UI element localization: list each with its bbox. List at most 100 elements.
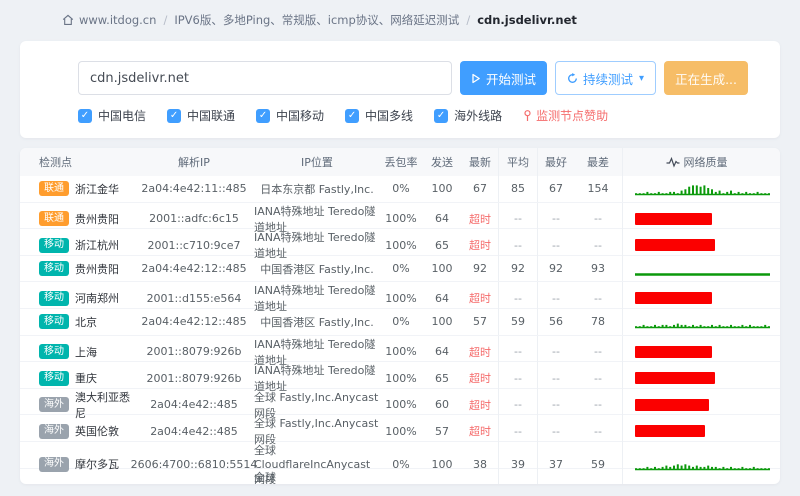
best-cell: 92: [549, 262, 563, 276]
table-header-row: 检测点 解析IP IP位置 丢包率 发送 最新 平均 最好 最差 网络质量: [20, 148, 780, 176]
loop-icon: [567, 72, 578, 84]
filter-label: 中国电信: [98, 109, 147, 123]
col-header-node: 检测点: [39, 156, 72, 169]
sent-cell: 100: [431, 262, 453, 276]
start-test-button[interactable]: 开始测试: [460, 61, 548, 95]
node-name: 贵州贵阳: [75, 262, 119, 276]
col-header-average: 平均: [498, 148, 538, 176]
carrier-badge: 移动: [39, 344, 69, 360]
table-row: 海外 摩尔多瓦 2606:4700::6810:5514 全球 Cloudfla…: [20, 440, 780, 484]
worst-cell: 154: [587, 182, 609, 196]
table-row: 移动 北京 2a04:4e42:12::485 中国香港区 Fastly,Inc…: [20, 307, 780, 335]
node-cell: 移动 北京: [30, 309, 134, 335]
worst-cell: 78: [591, 315, 605, 329]
continuous-test-label: 持续测试: [583, 71, 634, 87]
col-header-ip-location: IP位置: [301, 156, 333, 169]
table-row: 移动 河南郑州 2001::d155:e564 IANA特殊地址 Teredo隧…: [20, 281, 780, 315]
average-cell: 92: [498, 255, 538, 282]
carrier-badge: 联通: [39, 181, 69, 197]
table-row: 联通 浙江金华 2a04:4e42:11::485 日本东京都 Fastly,I…: [20, 176, 780, 202]
col-header-best: 最好: [545, 156, 567, 169]
average-cell: 85: [498, 176, 538, 202]
carrier-badge: 海外: [39, 423, 69, 439]
breadcrumb-separator: /: [466, 13, 471, 27]
resolved-ip-cell: 2a04:4e42:11::485: [141, 182, 247, 196]
carrier-badge: 移动: [39, 290, 69, 306]
play-icon: [471, 73, 481, 84]
node-name: 贵州贵阳: [75, 212, 119, 226]
best-cell: 56: [549, 315, 563, 329]
node-name: 浙江杭州: [75, 239, 119, 253]
sent-cell: 100: [431, 315, 453, 329]
filter-china-telecom[interactable]: ✓ 中国电信: [78, 107, 146, 124]
ip-location-cell: 中国香港区 Fastly,Inc.: [260, 315, 374, 329]
generating-label: 正在生成...: [675, 71, 737, 87]
col-header-network-quality: 网络质量: [622, 148, 770, 176]
filter-china-multiline[interactable]: ✓ 中国多线: [345, 107, 413, 124]
filter-label: 中国移动: [276, 109, 325, 123]
table-row: 联通 贵州贵阳 2001::adfc:6c15 IANA特殊地址 Teredo隧…: [20, 201, 780, 235]
carrier-badge: 移动: [39, 261, 69, 277]
network-quality-label: 网络质量: [683, 156, 728, 169]
timeout-bar: [635, 398, 710, 411]
checkbox-checked-icon: ✓: [256, 108, 271, 123]
latest-cell: 92: [473, 262, 487, 276]
continuous-test-button[interactable]: 持续测试 ▾: [555, 61, 657, 95]
table-row: 海外 英国伦敦 2a04:4e42::485 全球 Fastly,Inc.Any…: [20, 414, 780, 448]
results-table: 检测点 解析IP IP位置 丢包率 发送 最新 平均 最好 最差 网络质量 联通…: [20, 148, 780, 484]
latency-sparkline: [635, 185, 770, 196]
average-cell: 59: [498, 308, 538, 335]
resolved-ip-cell: 2a04:4e42:12::485: [141, 315, 247, 329]
col-header-sent: 发送: [431, 156, 453, 169]
activity-icon: [666, 156, 680, 168]
packet-loss-cell: 0%: [392, 262, 410, 276]
quality-cell: [622, 308, 770, 335]
table-row: 移动 上海 2001::8079:926b IANA特殊地址 Teredo隧道地…: [20, 334, 780, 368]
node-name: 英国伦敦: [75, 425, 119, 439]
worst-cell: 93: [591, 262, 605, 276]
latest-cell: 57: [473, 315, 487, 329]
node-name: 北京: [75, 315, 97, 329]
filter-china-unicom[interactable]: ✓ 中国联通: [167, 107, 235, 124]
checkbox-checked-icon: ✓: [434, 108, 449, 123]
start-test-label: 开始测试: [486, 71, 537, 87]
best-cell: 67: [549, 182, 563, 196]
packet-loss-cell: 0%: [392, 315, 410, 329]
quality-cell: [622, 255, 770, 282]
carrier-badge: 移动: [39, 237, 69, 253]
generating-button[interactable]: 正在生成...: [664, 61, 748, 95]
sent-cell: 100: [431, 182, 453, 196]
node-cell: 联通 浙江金华: [30, 176, 134, 202]
timeout-bar: [635, 372, 715, 385]
host-input[interactable]: [78, 61, 452, 95]
table-row: 移动 重庆 2001::8079:926b IANA特殊地址 Teredo隧道地…: [20, 361, 780, 395]
filter-label: 中国联通: [187, 109, 236, 123]
node-name: 重庆: [75, 372, 97, 386]
breadcrumb-section[interactable]: IPV6版、多地Ping、常规版、icmp协议、网络延迟测试: [174, 12, 459, 28]
breadcrumb-current: cdn.jsdelivr.net: [477, 13, 577, 27]
filter-china-mobile[interactable]: ✓ 中国移动: [256, 107, 324, 124]
home-icon: [62, 14, 74, 26]
timeout-bar: [635, 239, 715, 252]
packet-loss-cell: 0%: [392, 182, 410, 196]
col-header-resolved-ip: 解析IP: [178, 156, 210, 169]
filter-label: 海外线路: [454, 109, 503, 123]
best-cell: --: [538, 469, 574, 484]
resolved-ip-cell: 2606:4700::6810:5914: [134, 469, 254, 484]
filter-label: 中国多线: [365, 109, 414, 123]
pin-icon: [523, 109, 532, 122]
resolved-ip-cell: 2a04:4e42:12::485: [141, 262, 247, 276]
sponsor-link[interactable]: 监测节点赞助: [523, 107, 608, 124]
table-row: 海外 立陶宛 2606:4700::6810:5914 全球 Cloudflar…: [20, 467, 780, 484]
col-header-latest: 最新: [469, 156, 491, 169]
latest-cell: 67: [473, 182, 487, 196]
carrier-badge: 移动: [39, 370, 69, 386]
breadcrumb: www.itdog.cn / IPV6版、多地Ping、常规版、icmp协议、网…: [0, 0, 800, 36]
carrier-badge: 移动: [39, 314, 69, 330]
table-row: 海外 澳大利亚悉尼 2a04:4e42::485 全球 Fastly,Inc.A…: [20, 387, 780, 421]
checkbox-checked-icon: ✓: [167, 108, 182, 123]
filter-overseas[interactable]: ✓ 海外线路: [434, 107, 502, 124]
packet-loss-cell: 100%: [380, 469, 422, 484]
table-row: 移动 贵州贵阳 2a04:4e42:12::485 中国香港区 Fastly,I…: [20, 254, 780, 282]
breadcrumb-home[interactable]: www.itdog.cn: [79, 13, 156, 27]
